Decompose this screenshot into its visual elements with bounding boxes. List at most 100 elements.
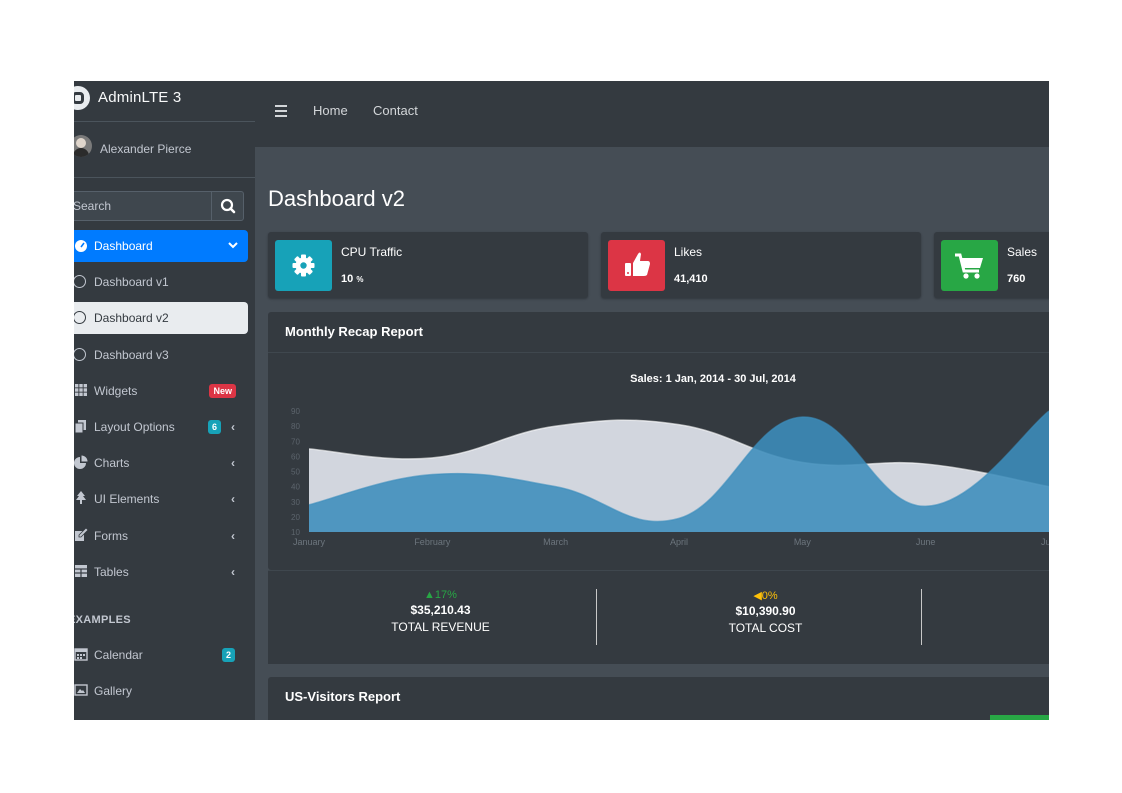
x-tick-label: July <box>1041 537 1049 547</box>
new-badge: New <box>209 384 236 398</box>
sidebar-item-label: UI Elements <box>94 492 160 506</box>
amount-label: TOTAL COST <box>728 621 803 635</box>
sidebar-item-ui-elements[interactable]: UI Elements ‹ <box>74 483 248 515</box>
chevron-left-icon: ‹ <box>231 420 235 434</box>
x-tick-label: February <box>414 537 451 547</box>
circle-icon <box>74 348 86 361</box>
info-box-icon <box>608 240 665 291</box>
sidebar-item-dashboard-v1[interactable]: Dashboard v1 <box>74 266 248 298</box>
sidebar-item-label: Charts <box>94 456 130 470</box>
sidebar-item-gallery[interactable]: Gallery <box>74 675 248 707</box>
percentage-value: 0% <box>761 590 778 602</box>
sidebar-item-calendar[interactable]: Calendar 2 <box>74 639 248 671</box>
sidebar-search <box>74 191 244 221</box>
sidebar-item-charts[interactable]: Charts ‹ <box>74 447 248 479</box>
sidebar-item-dashboard[interactable]: Dashboard <box>74 230 248 262</box>
amount: $10,390.90 <box>735 604 796 618</box>
sidebar-item-forms[interactable]: Forms ‹ <box>74 520 248 552</box>
us-visitors-card: US-Visitors Report <box>268 677 1049 720</box>
count-badge: 6 <box>207 420 221 434</box>
brand-link[interactable]: AdminLTE 3 <box>74 81 255 122</box>
search-input[interactable] <box>74 191 211 221</box>
sidebar-item-label: Dashboard v2 <box>94 311 169 325</box>
search-icon <box>220 198 236 214</box>
info-box-label: Likes <box>674 245 703 259</box>
nav-link-contact[interactable]: Contact <box>373 103 418 118</box>
table-icon <box>75 565 87 577</box>
y-tick-label: 50 <box>291 468 300 477</box>
amount-label: TOTAL REVENUE <box>391 620 490 634</box>
y-tick-label: 70 <box>291 437 300 446</box>
chevron-left-icon: ‹ <box>231 456 235 470</box>
divider <box>596 589 597 645</box>
y-tick-label: 80 <box>291 422 300 431</box>
info-box-label: Sales <box>1007 245 1038 259</box>
sidebar-item-dashboard-v3[interactable]: Dashboard v3 <box>74 339 248 371</box>
card-title: US-Visitors Report <box>285 689 401 704</box>
gear-icon <box>292 254 315 277</box>
summary-revenue: ▲17% $35,210.43 TOTAL REVENUE <box>278 589 603 634</box>
count-badge: 2 <box>221 648 235 662</box>
x-tick-label: January <box>293 537 326 547</box>
info-box-sales: Sales 760 <box>934 232 1049 298</box>
percentage: ◀0% <box>603 589 928 602</box>
chart-title: Sales: 1 Jan, 2014 - 30 Jul, 2014 <box>630 373 796 385</box>
sidebar-section-header: EXAMPLES <box>74 614 131 626</box>
x-tick-label: May <box>794 537 812 547</box>
nav-link-home[interactable]: Home <box>313 103 348 118</box>
user-panel[interactable]: Alexander Pierce <box>74 122 255 178</box>
brand-logo-icon <box>74 86 90 110</box>
info-box-number: 760 <box>1007 273 1026 285</box>
sidebar-item-label: Calendar <box>94 648 143 662</box>
sidebar-item-label: Gallery <box>94 684 133 698</box>
sidebar-item-label: Dashboard <box>94 239 153 253</box>
sidebar-item-layout-options[interactable]: Layout Options 6 ‹ <box>74 411 248 443</box>
chevron-down-icon <box>228 242 238 249</box>
card-title: Monthly Recap Report <box>285 324 423 339</box>
sidebar-item-label: Forms <box>94 529 128 543</box>
top-navbar: Home Contact <box>255 81 1049 147</box>
pie-chart-icon <box>74 455 88 469</box>
y-tick-label: 90 <box>291 407 300 416</box>
info-box-icon <box>941 240 998 291</box>
info-box-value: 10 % <box>341 273 363 285</box>
y-tick-label: 30 <box>291 498 300 507</box>
y-tick-label: 60 <box>291 452 300 461</box>
caret-left-icon: ◀ <box>753 590 762 602</box>
grid-icon <box>75 384 87 396</box>
x-tick-label: June <box>916 537 936 547</box>
sidebar-item-label: Dashboard v3 <box>94 348 169 362</box>
copy-icon <box>74 420 86 433</box>
chevron-left-icon: ‹ <box>231 565 235 579</box>
card-header: Monthly Recap Report <box>268 312 1049 353</box>
info-box-likes: Likes 41,410 <box>601 232 921 298</box>
sidebar-item-dashboard-v2[interactable]: Dashboard v2 <box>74 302 248 334</box>
shopping-cart-icon <box>955 253 983 279</box>
green-accent-bar <box>990 715 1049 720</box>
tachometer-icon <box>75 240 87 252</box>
sales-area-chart: 10 20 30 40 50 60 70 80 90 January February March Ap… <box>291 407 1049 547</box>
caret-up-icon: ▲ <box>424 589 435 601</box>
calendar-icon <box>74 648 88 661</box>
sidebar: AdminLTE 3 Alexander Pierce Dashboard <box>74 81 255 720</box>
percentage-value: 17% <box>434 589 457 601</box>
sidebar-item-label: Layout Options <box>94 420 175 434</box>
circle-icon <box>74 275 86 288</box>
percentage: ▲17% <box>278 589 603 601</box>
sidebar-item-label: Tables <box>94 565 129 579</box>
search-button[interactable] <box>211 191 244 221</box>
user-name: Alexander Pierce <box>100 142 192 156</box>
sidebar-item-widgets[interactable]: Widgets New <box>74 375 248 407</box>
sidebar-item-tables[interactable]: Tables ‹ <box>74 556 248 588</box>
sidebar-item-label: Dashboard v1 <box>94 275 169 289</box>
info-box-number: 10 <box>341 273 354 285</box>
circle-icon <box>74 311 86 324</box>
info-box-label: CPU Traffic <box>341 245 403 259</box>
thumbs-up-icon <box>625 252 650 276</box>
brand-text: AdminLTE 3 <box>98 89 182 106</box>
edit-icon <box>75 528 88 541</box>
info-box-number: 41,410 <box>674 273 708 285</box>
info-box-icon <box>275 240 332 291</box>
menu-toggle-icon[interactable] <box>275 105 287 117</box>
chevron-left-icon: ‹ <box>231 492 235 506</box>
